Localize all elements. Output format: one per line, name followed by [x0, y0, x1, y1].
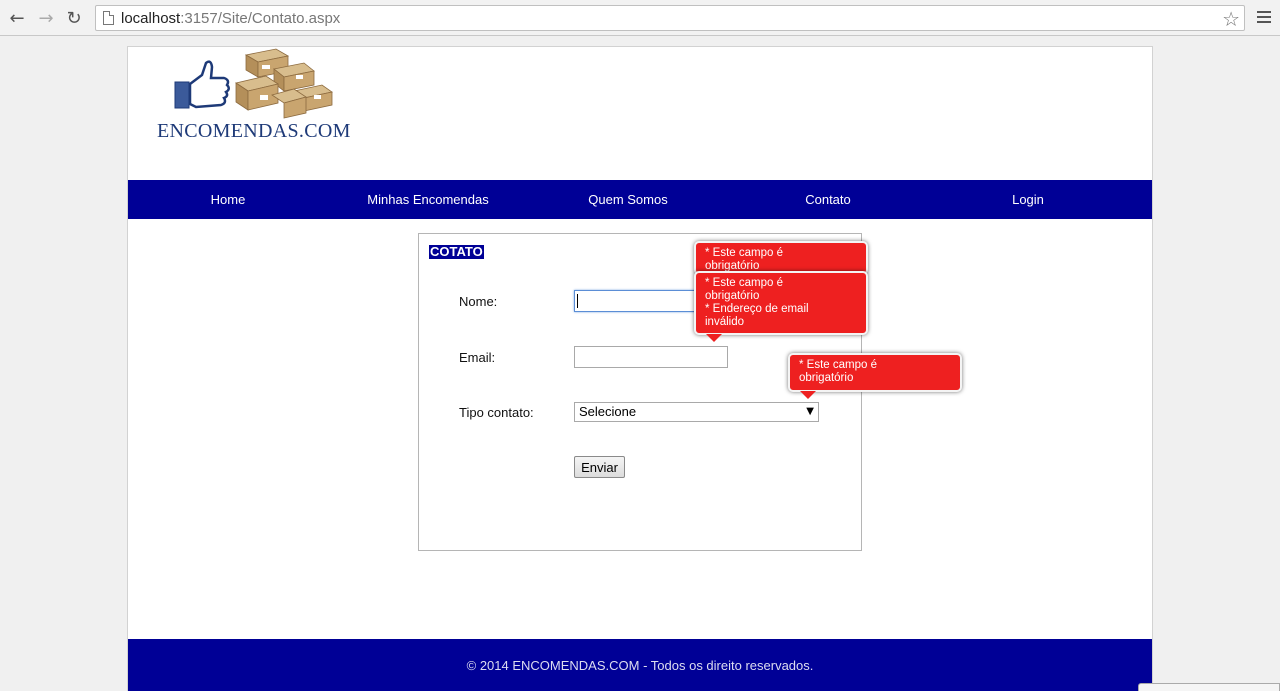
star-icon[interactable]: ☆ [1222, 7, 1240, 31]
main-nav: Home Minhas Encomendas Quem Somos Contat… [128, 180, 1152, 219]
tooltip-arrow [706, 334, 722, 342]
arrow-left-icon[interactable]: ← [6, 7, 28, 29]
tooltip-line: inválido [705, 316, 744, 328]
form-title: COTATO [429, 244, 484, 259]
url-path: :3157/Site/Contato.aspx [180, 10, 341, 27]
logo-text: ENCOMENDAS.COM [157, 120, 351, 142]
tooltip-line: * Endereço de email [705, 303, 809, 315]
footer: © 2014 ENCOMENDAS.COM - Todos os direito… [128, 639, 1152, 691]
tooltip-line: * Este campo é [705, 247, 783, 259]
nav-quem-somos[interactable]: Quem Somos [528, 180, 728, 219]
contact-type-select[interactable]: Selecione ▼ [574, 402, 819, 422]
nav-login[interactable]: Login [928, 180, 1128, 219]
site-page: ENCOMENDAS.COM Home Minhas Encomendas Qu… [127, 46, 1153, 691]
email-input[interactable] [574, 346, 728, 368]
nav-minhas-encomendas[interactable]: Minhas Encomendas [328, 180, 528, 219]
type-validation-tooltip: * Este campo é obrigatório [788, 353, 962, 392]
tooltip-line: * Este campo é [799, 359, 877, 371]
text-caret [577, 294, 578, 308]
hamburger-menu-icon[interactable] [1257, 11, 1271, 24]
reload-icon[interactable]: ↻ [63, 7, 85, 29]
submit-button[interactable]: Enviar [574, 456, 625, 478]
dropdown-arrow-icon: ▼ [806, 406, 814, 417]
url-text[interactable]: localhost:3157/Site/Contato.aspx [121, 10, 340, 27]
address-bar[interactable]: localhost:3157/Site/Contato.aspx ☆ [95, 5, 1245, 31]
tooltip-arrow [800, 391, 816, 399]
tooltip-line: obrigatório [705, 290, 760, 302]
browser-toolbar: ← → ↻ localhost:3157/Site/Contato.aspx ☆ [0, 0, 1280, 36]
name-label: Nome: [459, 294, 498, 309]
status-bubble [1138, 683, 1280, 691]
nav-contato[interactable]: Contato [728, 180, 928, 219]
email-validation-tooltip: * Este campo é obrigatório * Endereço de… [694, 271, 868, 335]
url-host: localhost [121, 10, 181, 27]
tooltip-line: obrigatório [799, 372, 854, 384]
name-validation-tooltip: * Este campo é obrigatório [694, 241, 868, 275]
arrow-right-icon[interactable]: → [35, 7, 57, 29]
page-icon [103, 11, 114, 25]
contact-type-selected: Selecione [579, 404, 637, 419]
contact-type-label: Tipo contato: [459, 405, 534, 420]
tooltip-line: * Este campo é [705, 277, 783, 289]
email-label: Email: [459, 350, 496, 365]
nav-home[interactable]: Home [128, 180, 328, 219]
